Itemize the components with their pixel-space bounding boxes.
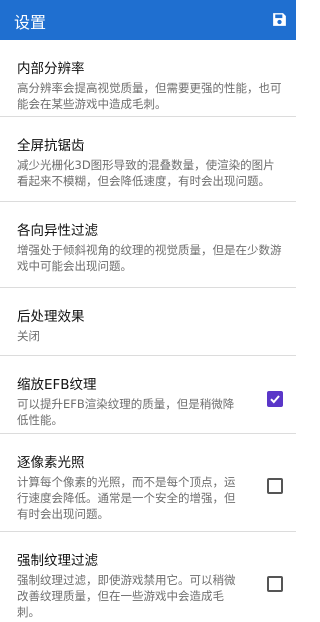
setting-summary: 增强处于倾斜视角的纹理的视觉质量，但是在少数游 [17,243,282,257]
setting-title: 逐像素光照 [17,455,85,471]
setting-summary: 高分辨率会提高视觉质量，但需要更强的性能，也可 [17,81,282,95]
setting-value: 关闭 [17,329,40,343]
setting-title: 全屏抗锯齿 [17,138,85,154]
checkmark-icon [270,395,280,404]
setting-anisotropic-filtering[interactable]: 各向异性过滤 增强处于倾斜视角的纹理的视觉质量，但是在少数游 戏中可能会出现问题… [0,202,296,288]
page-title: 设置 [14,13,47,32]
setting-fullscreen-antialiasing[interactable]: 全屏抗锯齿 减少光栅化3D图形导致的混叠数量，使渲染的图片 看起来不模糊，但会降… [0,117,296,202]
setting-summary: 改善纹理质量，但在一些游戏中会造成毛 [17,589,224,603]
setting-summary: 能会在某些游戏中造成毛刺。 [17,97,167,111]
setting-summary: 看起来不模糊，但会降低速度，有时会出现问题。 [17,174,270,188]
setting-internal-resolution[interactable]: 内部分辨率 高分辨率会提高视觉质量，但需要更强的性能，也可 能会在某些游戏中造成… [0,40,296,117]
per-pixel-lighting-checkbox[interactable] [267,478,283,494]
setting-scaled-efb[interactable]: 缩放EFB纹理 可以提升EFB渲染纹理的质量，但是稍微降 低性能。 [0,356,296,434]
setting-summary: 低性能。 [17,413,63,427]
setting-summary: 可以提升EFB渲染纹理的质量，但是稍微降 [17,397,235,411]
setting-title: 缩放EFB纹理 [17,377,97,393]
setting-summary: 计算每个像素的光照，而不是每个顶点，运 [17,475,236,489]
setting-per-pixel-lighting[interactable]: 逐像素光照 计算每个像素的光照，而不是每个顶点，运 行速度会降低。通常是一个安全… [0,434,296,532]
setting-summary: 戏中可能会出现问题。 [17,259,132,273]
setting-summary: 强制纹理过滤，即使游戏禁用它。可以稍微 [17,573,236,587]
setting-summary: 有时会出现问题。 [17,507,109,521]
scaled-efb-checkbox[interactable] [267,391,283,407]
force-texture-filtering-checkbox[interactable] [267,576,283,592]
setting-summary: 刺。 [17,605,40,619]
setting-summary: 减少光栅化3D图形导致的混叠数量，使渲染的图片 [17,158,275,172]
setting-title: 强制纹理过滤 [17,553,98,569]
setting-title: 后处理效果 [17,309,85,325]
setting-force-texture-filtering[interactable]: 强制纹理过滤 强制纹理过滤，即使游戏禁用它。可以稍微 改善纹理质量，但在一些游戏… [0,532,296,622]
settings-list: 内部分辨率 高分辨率会提高视觉质量，但需要更强的性能，也可 能会在某些游戏中造成… [0,40,296,622]
setting-title: 各向异性过滤 [17,223,98,239]
setting-summary: 行速度会降低。通常是一个安全的增强，但 [17,491,236,505]
save-icon[interactable] [271,11,288,28]
setting-title: 内部分辨率 [17,61,85,77]
setting-post-processing[interactable]: 后处理效果 关闭 [0,288,296,356]
app-bar: 设置 [0,0,296,40]
